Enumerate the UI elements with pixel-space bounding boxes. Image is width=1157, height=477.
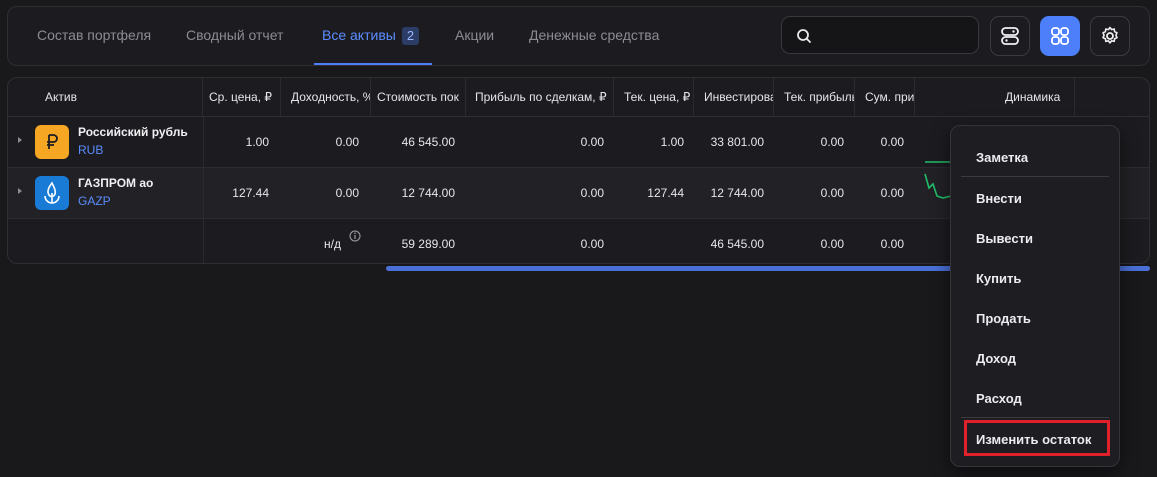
tab-summary-report[interactable]: Сводный отчет (186, 27, 283, 43)
menu-divider (961, 176, 1109, 177)
column-header-dynamics[interactable]: Динамика (915, 78, 1075, 116)
tab-portfolio-composition[interactable]: Состав портфеля (37, 27, 151, 43)
tab-cash[interactable]: Денежные средства (529, 27, 659, 43)
ruble-icon (35, 125, 69, 159)
grid-view-button[interactable] (1040, 16, 1080, 56)
tab-count-badge: 2 (401, 27, 420, 45)
settings-button[interactable] (1090, 16, 1130, 56)
column-header-sum-profit[interactable]: Сум. при (855, 78, 915, 116)
current-price-value: 127.44 (647, 186, 684, 200)
sum-profit-value: 0.00 (880, 135, 904, 149)
column-header-current-price[interactable]: Тек. цена, ₽ (614, 78, 694, 116)
menu-item-note[interactable]: Заметка (976, 150, 1028, 165)
grid-view-icon (1051, 27, 1069, 45)
column-header-current-profit[interactable]: Тек. прибыль (774, 78, 855, 116)
column-header-asset[interactable]: Актив (8, 78, 203, 116)
portfolio-tabs-bar: Состав портфеля Сводный отчет Все активы… (7, 6, 1150, 66)
deal-profit-value: 0.00 (580, 135, 604, 149)
search-icon (797, 29, 811, 43)
avg-price-value: 1.00 (245, 135, 269, 149)
cost-value: 12 744.00 (401, 186, 455, 200)
menu-item-withdraw[interactable]: Вывести (976, 231, 1033, 246)
column-header-deal-profit[interactable]: Прибыль по сделкам, ₽ (466, 78, 614, 116)
menu-item-income[interactable]: Доход (976, 351, 1016, 366)
row-context-menu: Заметка Внести Вывести Купить Продать До… (950, 125, 1120, 467)
tab-stocks[interactable]: Акции (455, 27, 494, 43)
menu-item-buy[interactable]: Купить (976, 271, 1021, 286)
expand-row-icon[interactable] (18, 137, 22, 143)
menu-divider (961, 417, 1109, 418)
sum-profit-value: 0.00 (880, 186, 904, 200)
total-current-profit-value: 0.00 (820, 237, 844, 251)
invested-value: 33 801.00 (710, 135, 764, 149)
current-profit-value: 0.00 (820, 135, 844, 149)
tab-all-assets[interactable]: Все активы 2 (322, 27, 420, 45)
list-view-icon (1001, 27, 1019, 45)
expand-row-icon[interactable] (18, 188, 22, 194)
invested-value: 12 744.00 (710, 186, 764, 200)
highlight-box (964, 420, 1110, 456)
column-header-avg-price[interactable]: Ср. цена, ₽ (203, 78, 281, 116)
total-cost-value: 59 289.00 (401, 237, 455, 251)
avg-price-value: 127.44 (232, 186, 269, 200)
menu-item-sell[interactable]: Продать (976, 311, 1031, 326)
gear-icon (1102, 26, 1118, 44)
total-yield-value: н/д (324, 237, 341, 251)
total-sum-profit-value: 0.00 (880, 237, 904, 251)
gazprom-logo-icon (35, 176, 69, 210)
column-header-yield[interactable]: Доходность, % (281, 78, 371, 116)
deal-profit-value: 0.00 (580, 186, 604, 200)
yield-value: 0.00 (335, 135, 359, 149)
search-input[interactable] (781, 16, 979, 54)
menu-item-deposit[interactable]: Внести (976, 191, 1022, 206)
asset-name[interactable]: ГАЗПРОМ ао (78, 176, 153, 190)
asset-ticker[interactable]: GAZP (78, 194, 111, 208)
asset-name[interactable]: Российский рубль (78, 125, 188, 139)
table-header: Актив Ср. цена, ₽ Доходность, % Стоимост… (8, 78, 1149, 117)
column-header-invested[interactable]: Инвестирова (694, 78, 774, 116)
menu-item-expense[interactable]: Расход (976, 391, 1022, 406)
total-invested-value: 46 545.00 (710, 237, 764, 251)
yield-value: 0.00 (335, 186, 359, 200)
info-icon[interactable] (349, 230, 361, 242)
cost-value: 46 545.00 (401, 135, 455, 149)
tab-all-assets-label: Все активы (322, 27, 396, 43)
column-header-cost[interactable]: Стоимость пок (371, 78, 466, 116)
list-view-button[interactable] (990, 16, 1030, 56)
active-tab-underline (314, 63, 432, 65)
current-price-value: 1.00 (660, 135, 684, 149)
total-deal-profit-value: 0.00 (580, 237, 604, 251)
current-profit-value: 0.00 (820, 186, 844, 200)
asset-ticker[interactable]: RUB (78, 143, 103, 157)
